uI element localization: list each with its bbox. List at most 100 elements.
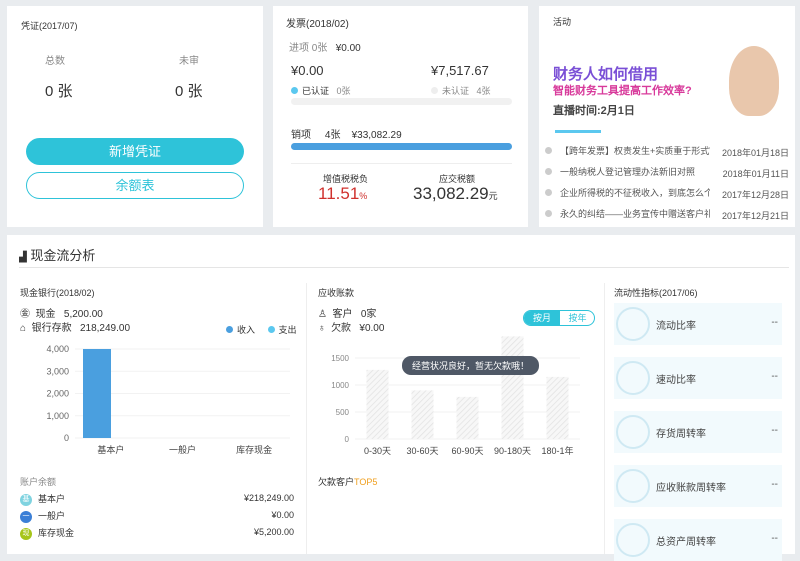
news-item[interactable]: 企业所得税的不征税收入，到底怎么个“不... 2017年12月28日 xyxy=(545,186,791,207)
new-voucher-button[interactable]: 新增凭证 xyxy=(26,138,244,165)
bank-bar-chart: 0 1,000 2,000 3,000 4,000 基本户 一般户 库存现金 xyxy=(46,344,290,455)
unreviewed-value: 0 张 xyxy=(175,83,203,100)
y-tick-label: 0 xyxy=(345,435,350,444)
x-tick-label: 180-1年 xyxy=(541,445,573,456)
banner-line3: 直播时间:2月1日 xyxy=(553,105,635,117)
banner-indicator[interactable] xyxy=(555,130,601,133)
x-tick-label: 一般户 xyxy=(169,444,196,455)
news-date: 2017年12月28日 xyxy=(721,190,789,200)
cashflow-header: ▟ 现金流分析 xyxy=(19,248,96,263)
y-tick-label: 0 xyxy=(64,433,69,443)
account-row: 现库存现金 ¥5,200.00 xyxy=(20,526,294,543)
x-tick-label: 60-90天 xyxy=(451,446,483,456)
bar-aging[interactable] xyxy=(546,376,569,439)
bar-income[interactable] xyxy=(83,349,111,438)
uncertified-dot-icon xyxy=(431,87,438,94)
metric-icon xyxy=(616,469,650,503)
news-item[interactable]: 一般纳税人登记管理办法新旧对照 2018年01月11日 xyxy=(545,165,791,186)
bullet-icon xyxy=(545,147,552,154)
account-name: 库存现金 xyxy=(38,528,75,538)
metric-icon xyxy=(616,523,650,557)
output-summary: 销项 4张 ¥33,082.29 xyxy=(291,130,402,141)
account-icon: 基 xyxy=(20,493,32,506)
activity-banner[interactable]: 财务人如何借用 智能财务工具提高工作效率? 直播时间:2月1日 xyxy=(539,36,795,136)
account-value: ¥5,200.00 xyxy=(253,527,294,537)
uncertified-legend: 未认证 4张 xyxy=(431,84,491,97)
metric-icon xyxy=(616,307,650,341)
liquidity-metric: 存货周转率 -- xyxy=(614,411,782,453)
bar-aging[interactable] xyxy=(501,336,524,439)
x-tick-label: 90-180天 xyxy=(494,446,531,456)
news-item[interactable]: 永久的纠结——业务宣传中赠送客户礼品个... 2017年12月21日 xyxy=(545,207,791,228)
y-tick-label: 1500 xyxy=(331,354,349,363)
receivable-bar-chart: 0 500 1000 1500 0-30天 30-60天 60-90天 90-180天 180-… xyxy=(331,336,580,456)
bar-aging[interactable] xyxy=(366,369,389,439)
y-tick-label: 3,000 xyxy=(46,366,69,376)
toggle-year[interactable]: 按年 xyxy=(560,311,594,325)
balance-sheet-button[interactable]: 余额表 xyxy=(26,172,244,199)
news-date: 2018年01月11日 xyxy=(722,169,789,179)
liquidity-metric: 总资产周转率 -- xyxy=(614,519,782,561)
bullet-icon xyxy=(545,168,552,175)
metric-value: -- xyxy=(771,533,778,544)
y-tick-label: 4,000 xyxy=(46,344,69,354)
bullet-icon xyxy=(545,210,552,217)
metric-icon xyxy=(616,361,650,395)
account-list: 基基本户 ¥218,249.00 一一般户 ¥0.00 现库存现金 ¥5,200.00 xyxy=(20,492,294,543)
certified-legend: 已认证 0张 xyxy=(291,84,351,97)
receivable-title: 应收账款 xyxy=(318,288,355,298)
period-toggle: 按月 按年 xyxy=(523,310,595,326)
x-tick-label: 30-60天 xyxy=(406,446,438,456)
expense-dot-icon xyxy=(267,326,275,333)
toggle-month[interactable]: 按月 xyxy=(524,311,560,325)
news-title: 一般纳税人登记管理办法新旧对照 xyxy=(560,167,696,177)
bar-aging[interactable] xyxy=(411,390,434,439)
account-value: ¥218,249.00 xyxy=(243,493,294,503)
total-value: 0 张 xyxy=(45,83,73,100)
liquidity-title: 流动性指标(2017/06) xyxy=(614,288,698,298)
x-tick-label: 基本户 xyxy=(97,444,124,455)
bank-title: 现金银行(2018/02) xyxy=(20,288,95,298)
metric-label: 总资产周转率 xyxy=(656,537,716,548)
bar-aging[interactable] xyxy=(456,396,479,439)
news-date: 2017年12月21日 xyxy=(721,211,789,221)
account-row: 一一般户 ¥0.00 xyxy=(20,509,294,526)
news-title: 企业所得税的不征税收入，到底怎么个“不... xyxy=(560,188,710,198)
x-tick-label: 库存现金 xyxy=(236,444,272,455)
no-debt-tooltip: 经营状况良好，暂无欠款哦！ xyxy=(402,356,540,375)
account-icon: 现 xyxy=(20,527,32,540)
output-progress xyxy=(291,143,512,150)
divider xyxy=(604,283,605,554)
news-item[interactable]: 【跨年发票】权责发生+实质重于形式VS合... 2018年01月18日 xyxy=(545,144,791,165)
account-value: ¥0.00 xyxy=(271,510,294,520)
invoice-title: 发票(2018/02) xyxy=(286,19,349,30)
voucher-title: 凭证(2017/07) xyxy=(21,21,78,31)
deposit-row: ⌂ 银行存款 218,249.00 xyxy=(20,323,131,334)
metric-value: -- xyxy=(771,425,778,436)
metric-label: 速动比率 xyxy=(656,375,696,386)
input-summary: 进项 0张 ¥0.00 xyxy=(289,43,361,54)
divider xyxy=(291,163,512,164)
y-tick-label: 500 xyxy=(336,408,350,417)
certified-progress xyxy=(291,98,512,105)
customer-row: ♙ 客户 0家 xyxy=(318,309,377,320)
unreviewed-label: 未审 xyxy=(179,56,199,67)
top5-title: 欠款客户TOP5 xyxy=(318,477,378,487)
banner-line2: 智能财务工具提高工作效率? xyxy=(553,85,692,97)
tax-value: 33,082.29元 xyxy=(413,184,498,203)
y-tick-label: 1000 xyxy=(331,381,349,390)
news-title: 永久的纠结——业务宣传中赠送客户礼品个... xyxy=(560,209,710,219)
account-name: 基本户 xyxy=(38,494,66,504)
total-label: 总数 xyxy=(45,56,65,67)
news-list: 【跨年发票】权责发生+实质重于形式VS合... 2018年01月18日一般纳税人登… xyxy=(545,144,791,228)
activity-card: 活动 财务人如何借用 智能财务工具提高工作效率? 直播时间:2月1日 【跨年发票… xyxy=(539,6,795,227)
metric-label: 存货周转率 xyxy=(656,429,706,440)
y-tick-label: 2,000 xyxy=(46,389,69,399)
banner-line1: 财务人如何借用 xyxy=(553,66,659,83)
invoice-card: 发票(2018/02) 进项 0张 ¥0.00 ¥0.00 已认证 0张 ¥7,… xyxy=(273,6,528,227)
house-icon: ⌂ xyxy=(20,323,27,334)
metric-value: -- xyxy=(771,317,778,328)
liquidity-metric: 流动比率 -- xyxy=(614,303,782,345)
account-name: 一般户 xyxy=(38,511,66,521)
y-tick-label: 1,000 xyxy=(46,411,69,421)
